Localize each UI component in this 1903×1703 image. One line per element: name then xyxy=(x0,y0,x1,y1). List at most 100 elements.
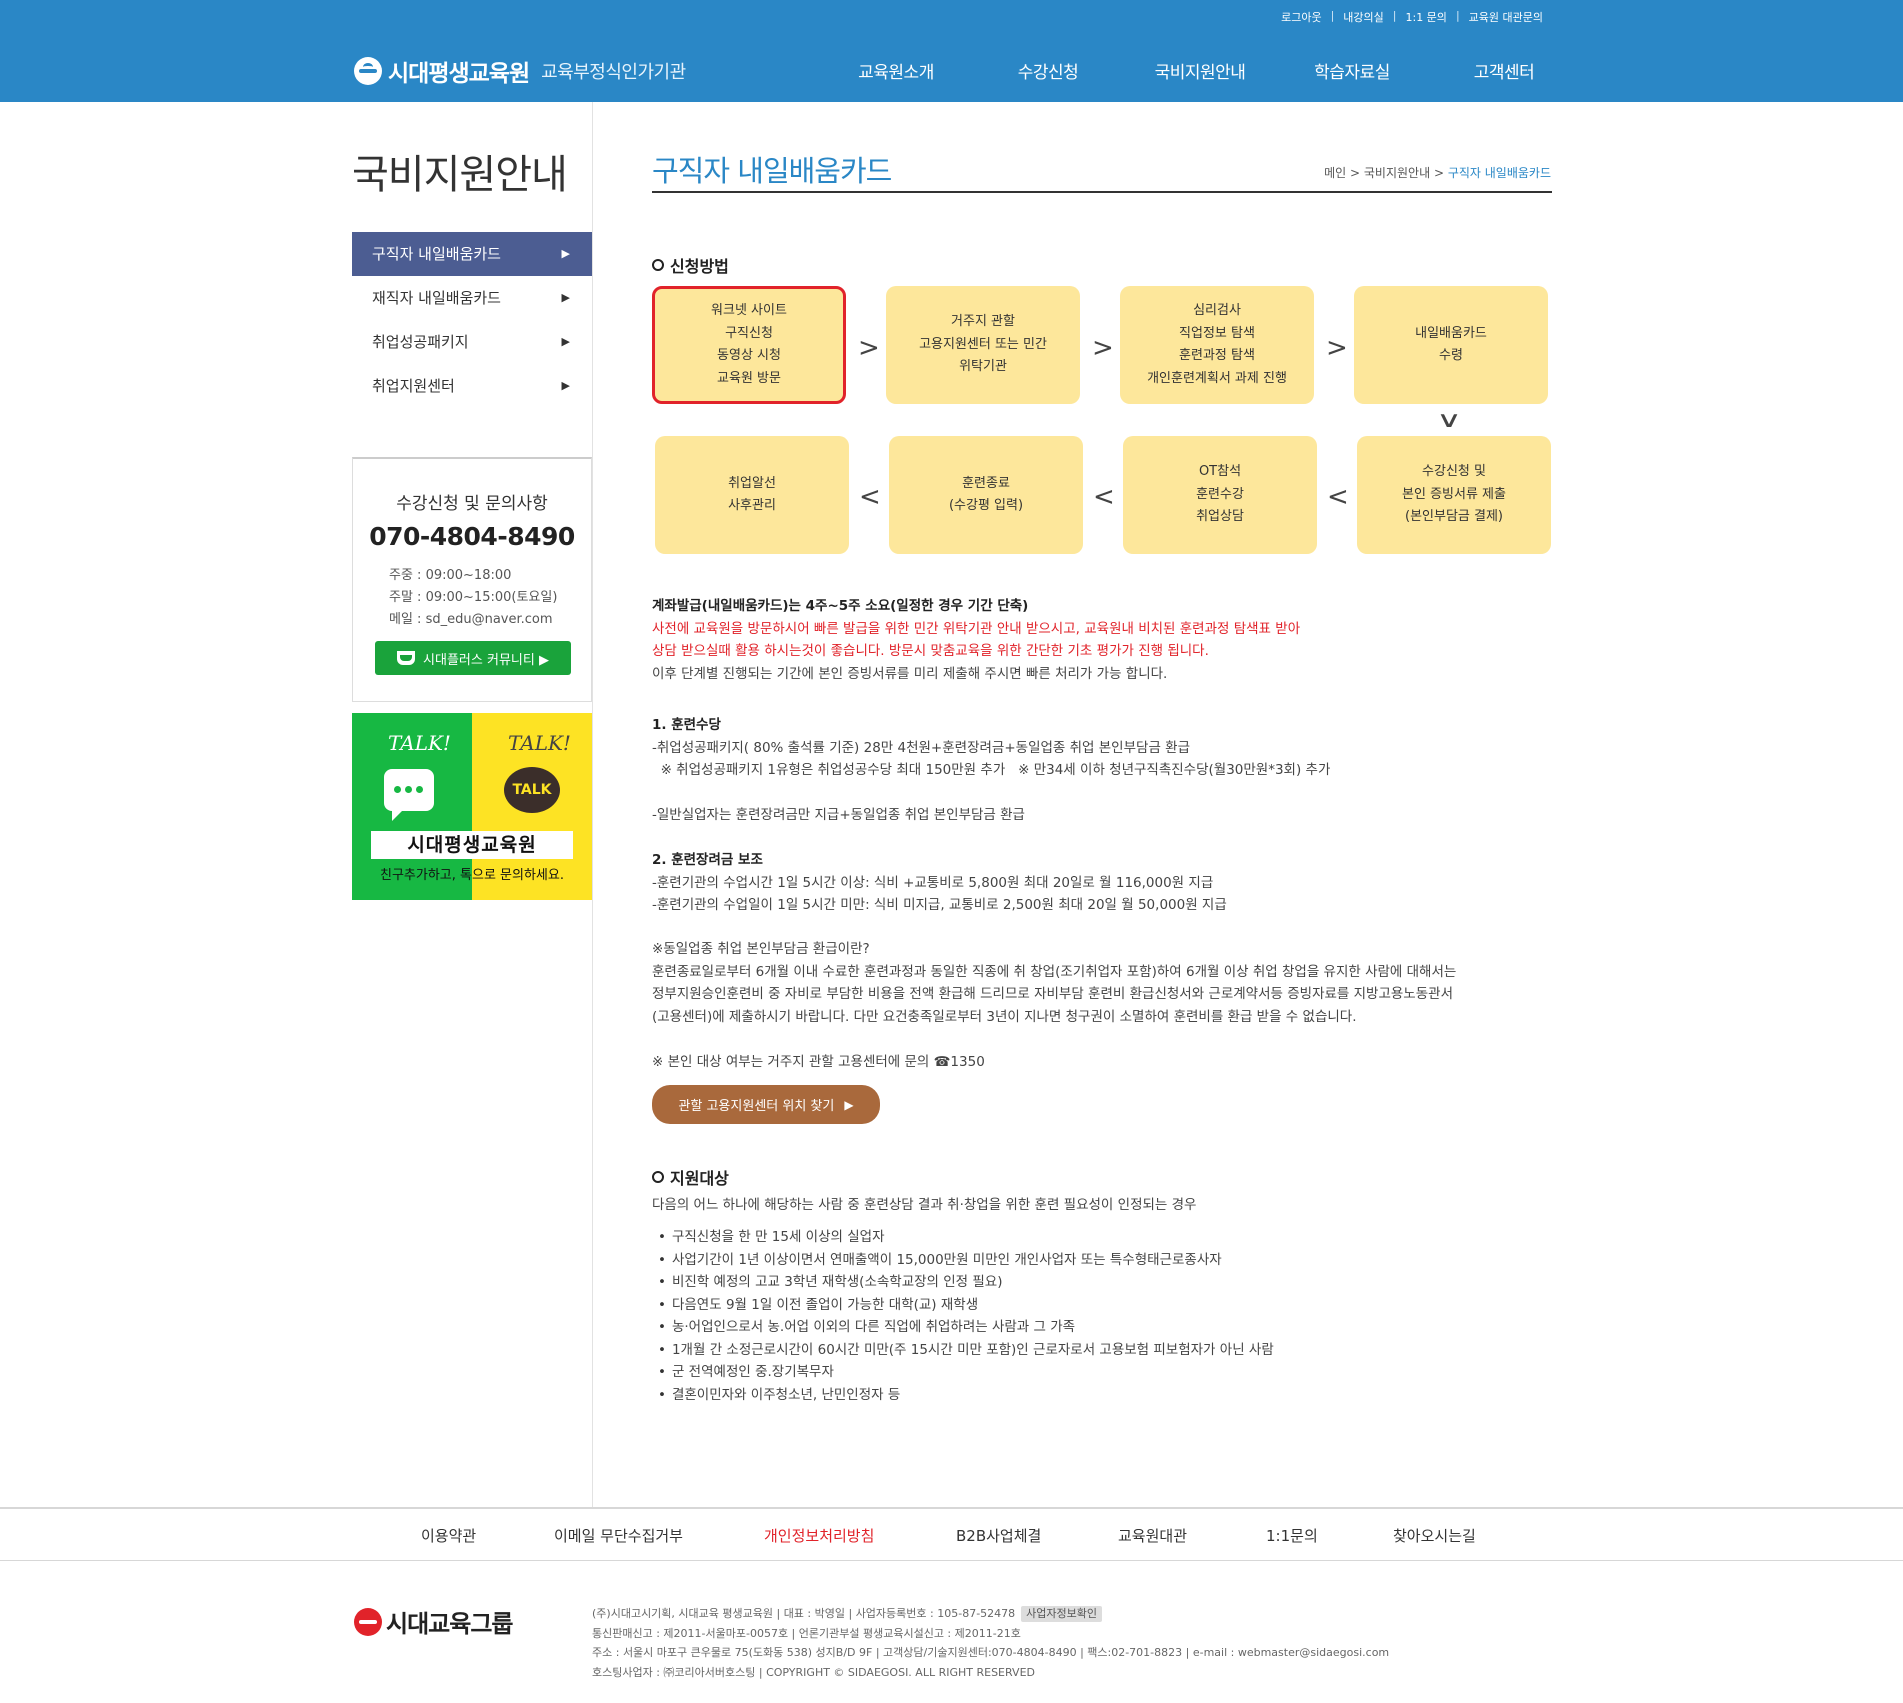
step-line: 동영상 시청 xyxy=(717,348,781,363)
sidebar-menu: 구직자 내일배움카드 ▶ 재직자 내일배움카드 ▶ 취업성공패키지 ▶ 취업지원… xyxy=(352,232,592,408)
sidebar-item-job-center[interactable]: 취업지원센터 ▶ xyxy=(352,364,592,408)
breadcrumb-separator: > xyxy=(1430,166,1448,180)
weekend-hours: 주말 : 09:00~15:00(토요일) xyxy=(389,590,558,605)
rental-inquiry-link[interactable]: 교육원 대관문의 xyxy=(1469,9,1543,25)
eligibility-list: 구직신청을 한 만 15세 이상의 실업자 사업기간이 1년 이상이면서 연매출… xyxy=(658,1226,1274,1406)
step-line: 취업알선 xyxy=(728,475,776,491)
gnb-resources[interactable]: 학습자료실 xyxy=(1276,58,1428,83)
company-info-line: 통신판매신고 : 제2011-서울마포-0057호 | 언론기관부설 평생교육시… xyxy=(592,1626,1021,1640)
footer-nav: 이용약관 이메일 무단수집거부 개인정보처리방침 B2B사업체결 교육원대관 1… xyxy=(0,1507,1903,1561)
eligibility-intro-text: 다음의 어느 하나에 해당하는 사람 중 훈련상담 결과 취·창업을 위한 훈련… xyxy=(652,1197,1197,1213)
step-line: 훈련수강 xyxy=(1196,486,1244,502)
company-info-line: 주소 : 서울시 마포구 큰우물로 75(도화동 538) 성지B/D 9F |… xyxy=(592,1646,1390,1659)
main-header: 시대평생교육원 교육부정식인가기관 교육원소개 수강신청 국비지원안내 학습자료… xyxy=(0,36,1903,102)
footer-email-policy-link[interactable]: 이메일 무단수집거부 xyxy=(554,1525,683,1546)
step-line: 내일배움카드 xyxy=(1415,325,1487,341)
step-line: 위탁기관 xyxy=(959,359,1007,375)
sidebar-item-jobseeker-card[interactable]: 구직자 내일배움카드 ▶ xyxy=(352,232,592,276)
section-title-label: 지원대상 xyxy=(670,1169,729,1188)
step-3: 심리검사 직업정보 탐색 훈련과정 탐색 개인훈련계획서 과제 진행 xyxy=(1120,286,1314,404)
kakao-talk-icon: TALK xyxy=(504,767,560,813)
step-line: (본인부담금 결제) xyxy=(1405,509,1503,525)
list-item: 다음연도 9월 1일 이전 졸업이 가능한 대학(교) 재학생 xyxy=(658,1294,1274,1317)
find-job-center-button[interactable]: 관할 고용지원센터 위치 찾기 ▶ xyxy=(652,1085,880,1124)
sidebar-divider xyxy=(592,102,593,1507)
breadcrumb-current: 구직자 내일배움카드 xyxy=(1447,166,1551,180)
contact-note: ※ 본인 대상 여부는 거주지 관할 고용센터에 문의 ☎1350 xyxy=(652,1053,985,1070)
step-line: 사후관리 xyxy=(728,498,776,513)
footer-inquiry-link[interactable]: 1:1문의 xyxy=(1266,1525,1318,1546)
step-5: 수강신청 및 본인 증빙서류 제출 (본인부담금 결제) xyxy=(1357,436,1551,554)
gnb-funding[interactable]: 국비지원안내 xyxy=(1124,58,1276,83)
issuance-info: 계좌발급(내일배움카드)는 4주~5주 소요(일정한 경우 기간 단축) 사전에… xyxy=(652,595,1300,685)
talk-banner-caption: 친구추가하고, 톡으로 문의하세요. xyxy=(380,868,564,883)
step-line: 거주지 관할 xyxy=(951,314,1015,330)
footer-logo: 시대교육그룹 xyxy=(354,1604,513,1639)
my-lecture-link[interactable]: 내강의실 xyxy=(1343,9,1383,25)
breadcrumb-home[interactable]: 메인 xyxy=(1324,166,1346,180)
arrow-right-icon: ▶ xyxy=(561,335,570,348)
utility-links: 로그아웃 | 내강의실 | 1:1 문의 | 교육원 대관문의 xyxy=(1281,9,1543,25)
issuance-notice: 상담 받으실때 활용 하시는것이 좋습니다. 방문시 맞춤교육을 위한 간단한 … xyxy=(652,643,1209,659)
sidebar-item-label: 재직자 내일배움카드 xyxy=(372,289,501,307)
arrow-right-icon: ▶ xyxy=(561,291,570,304)
page-title: 구직자 내일배움카드 xyxy=(652,154,892,188)
eligibility-intro: 다음의 어느 하나에 해당하는 사람 중 훈련상담 결과 취·창업을 위한 훈련… xyxy=(652,1194,1196,1217)
community-button[interactable]: 시대플러스 커뮤니티 ▶ xyxy=(375,641,571,675)
company-info-line: (주)시대고시기획, 시대교육 평생교육원 | 대표 : 박영일 | 사업자등록… xyxy=(592,1604,1389,1624)
arrow-right-icon: > xyxy=(1326,333,1348,363)
footer-company-info: (주)시대고시기획, 시대교육 평생교육원 | 대표 : 박영일 | 사업자등록… xyxy=(592,1604,1389,1682)
footer-logo-name: 시대교육그룹 xyxy=(386,1610,513,1638)
footer-b2b-link[interactable]: B2B사업체결 xyxy=(956,1525,1041,1546)
footer-rental-link[interactable]: 교육원대관 xyxy=(1118,1525,1187,1546)
gnb-enroll[interactable]: 수강신청 xyxy=(972,58,1124,83)
allowance-line: -취업성공패키지( 80% 출석률 기준) 28만 4천원+훈련장려금+동일업종… xyxy=(652,739,1190,756)
breadcrumb-separator: > xyxy=(1346,166,1364,180)
step-line: (수강평 입력) xyxy=(948,498,1024,513)
contact-hours: 주중 : 09:00~18:00 주말 : 09:00~15:00(토요일) 메… xyxy=(389,565,591,631)
site-logo[interactable]: 시대평생교육원 교육부정식인가기관 xyxy=(354,54,686,88)
circle-bullet-icon xyxy=(652,259,664,271)
step-line: OT참석 xyxy=(1198,464,1242,480)
section-title-label: 신청방법 xyxy=(670,257,729,276)
step-4: 내일배움카드 수령 xyxy=(1354,286,1548,404)
footer-privacy-link[interactable]: 개인정보처리방침 xyxy=(764,1525,874,1546)
step-line: 취업상담 xyxy=(1196,509,1244,525)
company-info-line: 호스팅사업자 : ㈜코리아서버호스팅 | COPYRIGHT © SIDAEGO… xyxy=(592,1665,1035,1679)
refund-line: 훈련종료일로부터 6개월 이내 수료한 훈련과정과 동일한 직종에 취 창업(조… xyxy=(652,963,1457,980)
refund-info: ※동일업종 취업 본인부담금 환급이란? 훈련종료일로부터 6개월 이내 수료한… xyxy=(652,938,1456,1073)
breadcrumb-parent[interactable]: 국비지원안내 xyxy=(1364,166,1430,180)
gnb-about[interactable]: 교육원소개 xyxy=(820,58,972,83)
gnb-support[interactable]: 고객센터 xyxy=(1428,58,1580,83)
inquiry-link[interactable]: 1:1 문의 xyxy=(1405,9,1446,25)
group-logo-icon xyxy=(354,1607,382,1636)
community-button-label: 시대플러스 커뮤니티 ▶ xyxy=(423,652,549,668)
step-8: 취업알선 사후관리 xyxy=(655,436,849,554)
refund-line: 정부지원승인훈련비 중 자비로 부담한 비용을 전액 환급해 드리므로 자비부담… xyxy=(652,986,1453,1002)
list-item: 1개월 간 소정근로시간이 60시간 미만(주 15시간 미만 포함)인 근로자… xyxy=(658,1339,1274,1362)
training-incentive: 2. 훈련장려금 보조 -훈련기관의 수업시간 1일 5시간 이상: 식비 +교… xyxy=(652,849,1227,917)
footer-directions-link[interactable]: 찾아오시는길 xyxy=(1393,1525,1476,1546)
contact-box: 수강신청 및 문의사항 070-4804-8490 주중 : 09:00~18:… xyxy=(352,457,592,702)
arrow-right-icon: > xyxy=(1092,333,1114,363)
step-line: 훈련과정 탐색 xyxy=(1179,348,1255,363)
list-item: 비진학 예정의 고교 3학년 재학생(소속학교장의 인정 필요) xyxy=(658,1271,1274,1294)
arrow-left-icon: < xyxy=(1093,482,1115,512)
arrow-left-icon: < xyxy=(1327,482,1349,512)
step-line: 교육원 방문 xyxy=(717,370,781,386)
sidebar-item-success-package[interactable]: 취업성공패키지 ▶ xyxy=(352,320,592,364)
business-info-button[interactable]: 사업자정보확인 xyxy=(1021,1606,1102,1622)
issuance-note: 이후 단계별 진행되는 기간에 본인 증빙서류를 미리 제출해 주시면 빠른 처… xyxy=(652,665,1168,682)
sidebar-item-label: 취업성공패키지 xyxy=(372,333,469,351)
step-7: 훈련종료 (수강평 입력) xyxy=(889,436,1083,554)
talk-word-yellow: TALK! xyxy=(508,731,571,755)
talk-banner[interactable]: TALK! TALK! TALK 시대평생교육원 친구추가하고, 톡으로 문의하… xyxy=(352,713,592,900)
logout-link[interactable]: 로그아웃 xyxy=(1281,9,1321,25)
global-nav: 교육원소개 수강신청 국비지원안내 학습자료실 고객센터 xyxy=(820,58,1580,83)
sidebar-item-employee-card[interactable]: 재직자 내일배움카드 ▶ xyxy=(352,276,592,320)
issuance-title: 계좌발급(내일배움카드)는 4주~5주 소요(일정한 경우 기간 단축) xyxy=(652,598,1029,614)
step-line: 개인훈련계획서 과제 진행 xyxy=(1147,370,1287,386)
arrow-right-icon: > xyxy=(858,333,880,363)
footer-terms-link[interactable]: 이용약관 xyxy=(421,1525,476,1546)
